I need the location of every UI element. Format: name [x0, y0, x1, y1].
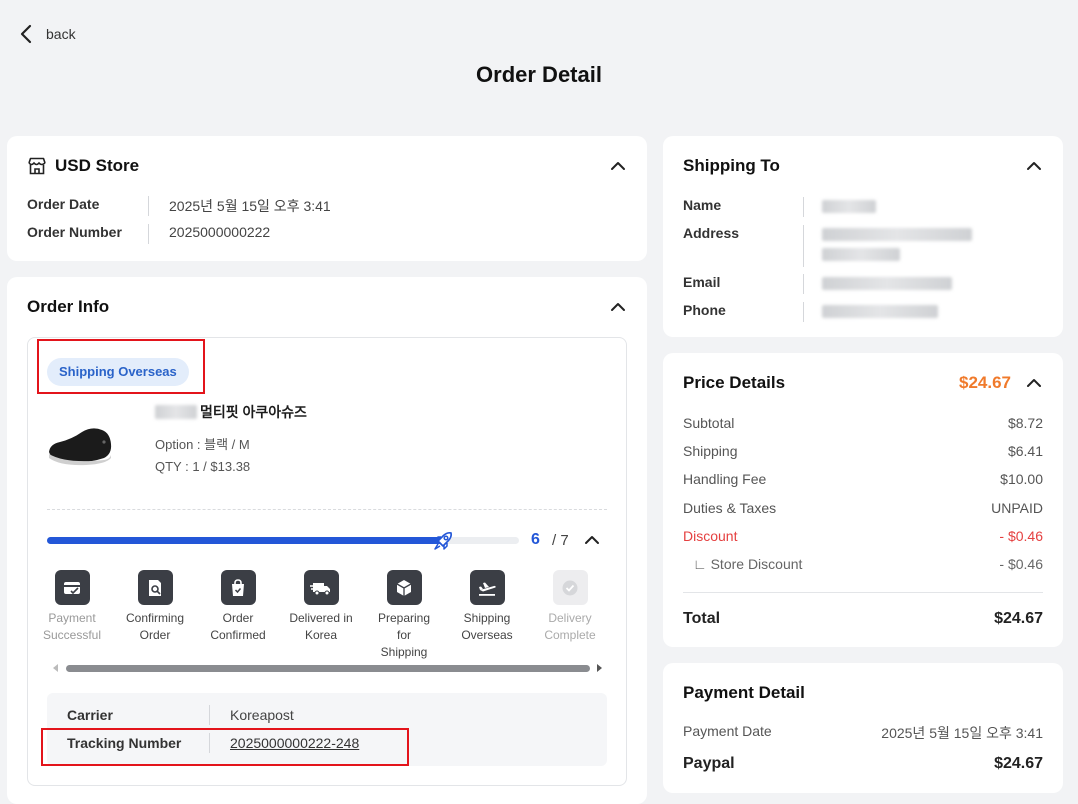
shipping-to-title: Shipping To: [683, 156, 780, 175]
order-item-panel: Shipping Overseas 멀티핏 아쿠아슈즈 Option : 블랙 …: [27, 337, 627, 786]
order-info-title: Order Info: [27, 297, 110, 316]
store-title: USD Store: [55, 156, 140, 175]
store-card-header: USD Store: [27, 156, 627, 176]
step-payment-successful: Payment Successful: [40, 570, 104, 644]
redacted-brand: [155, 405, 197, 419]
package-box-icon: [386, 570, 422, 605]
store-icon: [28, 157, 46, 175]
store-discount-row: ∟ Store Discount - $0.46: [693, 556, 1043, 572]
redacted-name: [822, 200, 876, 213]
order-date-row: Order Date 2025년 5월 15일 오후 3:41: [27, 196, 331, 216]
step-confirming-order: Confirming Order: [123, 570, 187, 644]
collapse-chevron-icon[interactable]: [609, 298, 627, 316]
carrier-label: Carrier: [67, 707, 113, 723]
redacted-address-line2: [822, 248, 900, 261]
delivery-truck-icon: [303, 570, 339, 605]
chevron-left-icon: [20, 24, 32, 44]
name-row: Name: [683, 197, 876, 217]
payment-detail-header: Payment Detail: [683, 683, 1043, 703]
phone-row: Phone: [683, 302, 938, 322]
duties-taxes-row: Duties & Taxes UNPAID: [683, 500, 1043, 516]
document-search-icon: [137, 570, 173, 605]
order-info-header: Order Info: [27, 297, 627, 317]
redacted-email: [822, 277, 952, 290]
divider: [47, 509, 607, 510]
carrier-row: Carrier Koreapost: [67, 705, 294, 725]
scroll-left-arrow-icon[interactable]: [52, 664, 60, 672]
order-info-card: Order Info Shipping Overseas 멀티핏 아쿠아슈즈 O…: [7, 277, 647, 804]
step-delivered-in-korea: Delivered in Korea: [289, 570, 353, 644]
email-label: Email: [683, 274, 721, 290]
scroll-right-arrow-icon[interactable]: [595, 664, 603, 672]
order-date-label: Order Date: [27, 196, 100, 212]
step-order-confirmed: Order Confirmed: [206, 570, 270, 644]
order-progress-bar: [47, 531, 519, 550]
store-card: USD Store Order Date 2025년 5월 15일 오후 3:4…: [7, 136, 647, 261]
handling-fee-row: Handling Fee $10.00: [683, 471, 1043, 487]
product-name[interactable]: 멀티핏 아쿠아슈즈: [155, 402, 307, 422]
top-bar: back Order Detail: [0, 0, 1078, 120]
redacted-address-line1: [822, 228, 972, 241]
page-title: Order Detail: [476, 62, 602, 87]
payment-card-icon: [54, 570, 90, 605]
email-row: Email: [683, 274, 952, 294]
order-steps: Payment Successful Confirming Order Orde…: [40, 570, 610, 660]
back-label: back: [46, 26, 76, 42]
payment-method: Paypal: [683, 755, 735, 772]
order-number-row: Order Number 2025000000222: [27, 224, 270, 244]
payment-detail-card: Payment Detail Payment Date 2025년 5월 15일 …: [663, 663, 1063, 793]
order-date-value: 2025년 5월 15일 오후 3:41: [169, 198, 331, 214]
airplane-icon: [469, 570, 505, 605]
back-button[interactable]: back: [18, 22, 76, 46]
shipping-to-header: Shipping To: [683, 156, 1043, 176]
product-image: [49, 428, 112, 466]
highlight-box: [41, 728, 409, 766]
carrier-value: Koreapost: [230, 707, 294, 723]
steps-scrollbar[interactable]: [50, 663, 602, 673]
order-number-value: 2025000000222: [169, 224, 271, 240]
price-details-card: Price Details $24.67 Subtotal $8.72 Shipp…: [663, 353, 1063, 647]
chevron-up-icon[interactable]: [584, 532, 600, 548]
order-number-label: Order Number: [27, 224, 122, 240]
shipping-fee-row: Shipping $6.41: [683, 443, 1043, 459]
rocket-icon: [434, 531, 453, 550]
payment-detail-title: Payment Detail: [683, 683, 805, 702]
step-delivery-complete: Delivery Complete: [538, 570, 602, 644]
product-qty: QTY : 1 / $13.38: [155, 459, 251, 474]
collapse-chevron-icon[interactable]: [609, 157, 627, 175]
total-row: Total $24.67: [683, 610, 1043, 627]
payment-amount: $24.67: [994, 755, 1043, 772]
scrollbar-thumb[interactable]: [66, 665, 590, 672]
phone-label: Phone: [683, 302, 726, 318]
name-label: Name: [683, 197, 722, 213]
divider: [683, 592, 1043, 593]
collapse-chevron-icon[interactable]: [1025, 157, 1043, 175]
redacted-phone: [822, 305, 938, 318]
shopping-bag-icon: [220, 570, 256, 605]
check-circle-icon: [552, 570, 588, 605]
progress-current-step: 6: [531, 531, 540, 548]
price-details-header: Price Details $24.67: [683, 373, 1043, 393]
price-details-title: Price Details: [683, 373, 786, 392]
progress-total-steps: / 7: [552, 532, 569, 549]
shipping-to-card: Shipping To Name Address Email Phone: [663, 136, 1063, 337]
highlight-box: [37, 339, 205, 394]
step-shipping-overseas: Shipping Overseas: [455, 570, 519, 644]
discount-row: Discount - $0.46: [683, 528, 1043, 544]
payment-date-row: Payment Date 2025년 5월 15일 오후 3:41: [683, 723, 1043, 741]
product-option: Option : 블랙 / M: [155, 437, 250, 452]
address-row: Address: [683, 225, 972, 267]
address-label: Address: [683, 225, 740, 241]
subtotal-row: Subtotal $8.72: [683, 415, 1043, 431]
collapse-chevron-icon[interactable]: [1025, 374, 1043, 392]
payment-method-row: Paypal $24.67: [683, 755, 1043, 773]
price-total-summary: $24.67: [959, 373, 1011, 392]
step-preparing-for-shipping: Preparing for Shipping: [372, 570, 436, 661]
progress-fill: [47, 537, 443, 544]
